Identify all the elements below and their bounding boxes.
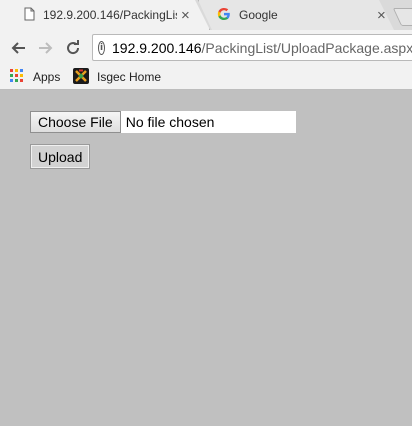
new-tab-button[interactable] bbox=[392, 8, 412, 26]
upload-button[interactable]: Upload bbox=[30, 144, 91, 169]
page-content: Choose File No file chosen Upload bbox=[0, 90, 412, 426]
choose-file-button[interactable]: Choose File bbox=[30, 111, 121, 133]
close-tab-icon[interactable]: × bbox=[181, 8, 190, 23]
bookmark-label: Isgec Home bbox=[97, 70, 162, 84]
document-icon bbox=[24, 7, 35, 24]
file-input[interactable]: Choose File No file chosen bbox=[30, 111, 296, 133]
tab-google[interactable]: Google × bbox=[198, 0, 395, 30]
apps-grid-icon bbox=[10, 68, 24, 86]
info-icon[interactable]: i bbox=[98, 40, 105, 55]
bookmark-isgec-home[interactable]: Isgec Home bbox=[73, 67, 162, 87]
address-bar[interactable]: i 192.9.200.146/PackingList/UploadPackag… bbox=[92, 34, 412, 61]
tab-title: 192.9.200.146/PackingLis bbox=[43, 8, 177, 22]
reload-icon[interactable] bbox=[63, 38, 83, 58]
tab-strip: 192.9.200.146/PackingLis × Google × bbox=[0, 0, 412, 30]
back-arrow-icon[interactable] bbox=[8, 38, 28, 58]
url-host: 192.9.200.146 bbox=[112, 39, 202, 56]
close-tab-icon[interactable]: × bbox=[377, 8, 386, 23]
file-status-text: No file chosen bbox=[125, 114, 215, 130]
bookmarks-bar: Apps Isgec Home bbox=[0, 64, 412, 90]
isgec-logo-icon bbox=[73, 67, 89, 87]
google-g-icon bbox=[217, 7, 231, 24]
url-path: /PackingList/UploadPackage.aspx? bbox=[201, 39, 412, 56]
tab-title: Google bbox=[239, 8, 278, 22]
bookmark-apps[interactable]: Apps bbox=[10, 68, 60, 86]
tab-packing-list[interactable]: 192.9.200.146/PackingLis × bbox=[0, 0, 210, 30]
browser-toolbar: i 192.9.200.146/PackingList/UploadPackag… bbox=[0, 30, 412, 64]
bookmark-label: Apps bbox=[33, 70, 61, 84]
forward-arrow-icon[interactable] bbox=[36, 38, 56, 58]
